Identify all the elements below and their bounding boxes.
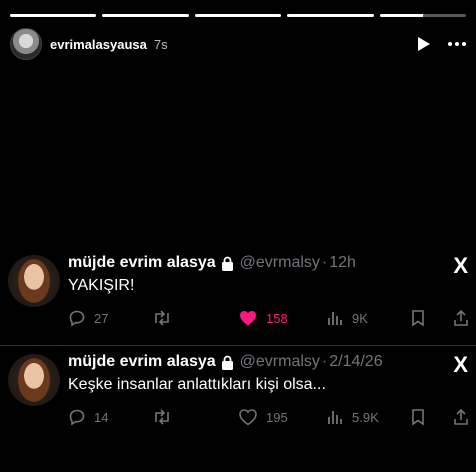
tweet-handle[interactable]: @evrmalsy [240,353,320,371]
tweet-time[interactable]: 2/14/26 [329,353,382,371]
tweet-time[interactable]: 12h [329,254,356,272]
reply-icon [69,310,85,327]
avatar[interactable] [10,28,42,60]
lock-icon [221,256,233,271]
share-button[interactable] [452,408,470,426]
retweet-button[interactable] [152,309,180,327]
reply-button[interactable]: 27 [68,309,108,327]
like-button[interactable]: 195 [238,408,288,426]
tweet-actions: 14 195 5.9K [68,408,472,428]
share-icon [454,309,468,326]
like-count: 195 [266,409,288,425]
retweet-icon [155,310,169,326]
share-icon [454,408,468,425]
heart-icon [239,409,257,426]
reply-count: 27 [94,310,109,326]
bookmark-icon [412,409,424,426]
lock-icon [221,355,233,370]
tweet-text: Keşke insanlar anlattıkları kişi olsa... [68,376,326,393]
story-header: evrimalasyausa 7s [10,28,466,60]
separator-dot: · [321,353,328,370]
reply-button[interactable]: 14 [68,408,108,426]
tweet-handle[interactable]: @evrmalsy [240,254,320,272]
bookmark-icon [412,310,424,327]
story-username[interactable]: evrimalasyausa [50,37,147,52]
views-chart-icon [328,312,342,325]
like-button[interactable]: 158 [238,309,288,327]
progress-segment [10,14,97,17]
play-icon[interactable] [418,37,430,51]
reply-count: 14 [94,409,109,425]
avatar[interactable] [8,255,60,307]
progress-segment [287,14,374,17]
reply-icon [69,409,85,426]
bookmark-button[interactable] [410,408,426,426]
more-icon[interactable] [448,42,466,46]
progress-segment [194,14,282,17]
views-button[interactable]: 9K [326,309,368,327]
heart-icon [240,311,256,326]
avatar[interactable] [8,354,60,406]
tweet-actions: 27 158 9K [68,309,472,329]
retweet-icon [155,409,169,425]
tweet-author-name[interactable]: müjde evrim alasya [68,353,216,371]
share-button[interactable] [452,309,470,327]
views-button[interactable]: 5.9K [326,408,379,426]
tweet-text: YAKIŞIR! [68,277,135,294]
story-progress-bar [10,14,467,17]
views-chart-icon [328,411,342,424]
tweet-card[interactable]: müjde evrim alasya @evrmalsy · 12h X YAK… [0,247,476,345]
progress-segment [102,14,189,17]
separator-dot: · [321,254,328,271]
like-count: 158 [266,310,288,326]
views-count: 5.9K [352,409,379,425]
bookmark-button[interactable] [410,309,426,327]
retweet-button[interactable] [152,408,180,426]
tweet-author-name[interactable]: müjde evrim alasya [68,254,216,272]
progress-segment [379,14,467,17]
story-timestamp: 7s [153,36,168,52]
x-logo-icon: X [453,352,468,377]
x-logo-icon: X [453,253,468,278]
tweet-card[interactable]: müjde evrim alasya @evrmalsy · 2/14/26 X… [0,345,476,444]
views-count: 9K [352,310,368,326]
